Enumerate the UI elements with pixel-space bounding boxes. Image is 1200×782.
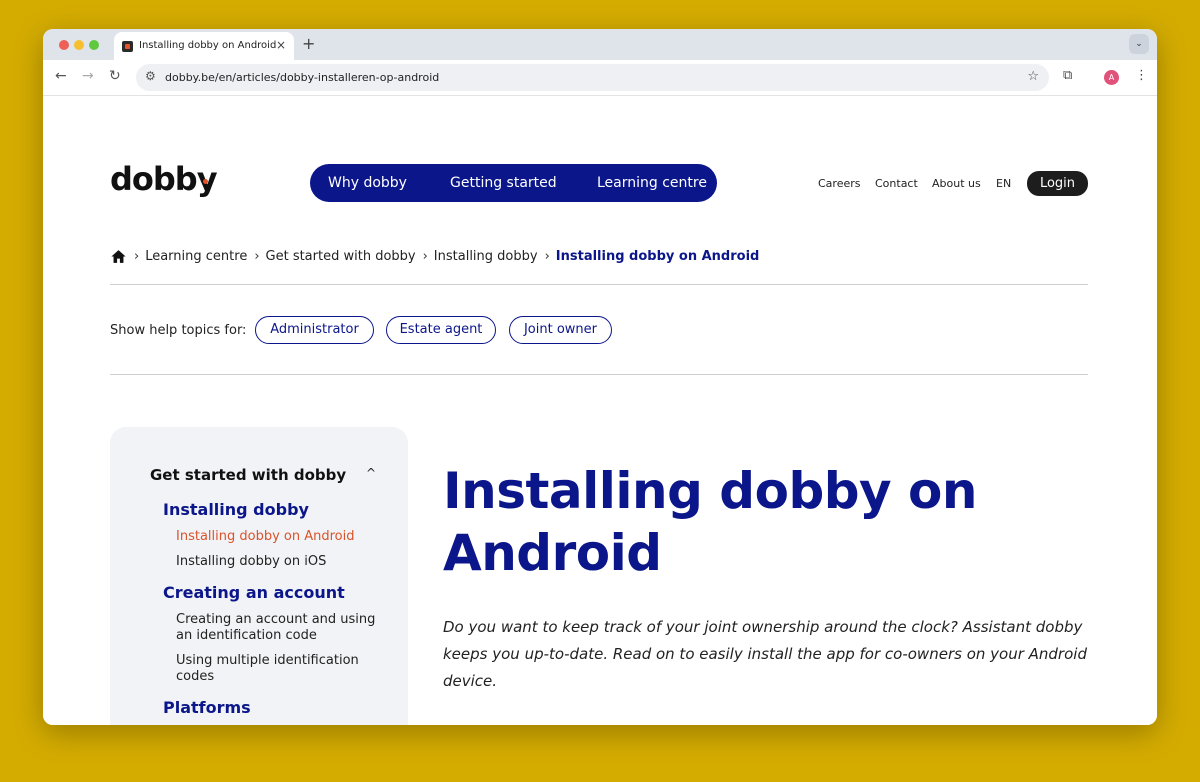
sidebar-heading[interactable]: Get started with dobby [150, 466, 346, 484]
minimize-window-button[interactable] [74, 40, 84, 50]
chevron-right-icon: › [544, 248, 550, 264]
topnav-about-us[interactable]: About us [932, 177, 981, 190]
reload-icon[interactable]: ↻ [109, 68, 121, 84]
browser-window: Installing dobby on Android × + ⌄ ← → ↻ … [43, 29, 1157, 725]
tab-strip: Installing dobby on Android × + ⌄ [43, 29, 1157, 60]
close-window-button[interactable] [59, 40, 69, 50]
topic-estate-agent-button[interactable]: Estate agent [386, 316, 496, 344]
dobby-favicon-icon [122, 41, 133, 52]
address-bar[interactable]: ⚙ dobby.be/en/articles/dobby-installeren… [136, 64, 1049, 91]
sidebar-section-installing[interactable]: Installing dobby [163, 500, 309, 519]
site-info-icon[interactable]: ⚙ [145, 69, 156, 83]
bookmark-star-icon[interactable]: ☆ [1027, 69, 1039, 84]
tab-close-icon[interactable]: × [276, 38, 286, 52]
logo-dot [203, 179, 208, 184]
help-topics-label: Show help topics for: [110, 323, 247, 338]
sidebar-link-ios[interactable]: Installing dobby on iOS [176, 554, 386, 570]
login-button[interactable]: Login [1027, 171, 1088, 196]
language-switch[interactable]: EN [996, 177, 1011, 190]
page-viewport: dobby Why dobby Getting started Learning… [43, 96, 1157, 725]
browser-tab-active[interactable]: Installing dobby on Android × [114, 32, 294, 60]
breadcrumb-get-started[interactable]: Get started with dobby [266, 249, 416, 264]
breadcrumb: › Learning centre › Get started with dob… [110, 246, 759, 266]
home-icon[interactable] [110, 248, 127, 265]
chevron-right-icon: › [254, 248, 260, 264]
breadcrumb-current-page: Installing dobby on Android [555, 248, 760, 264]
nav-getting-started[interactable]: Getting started [450, 175, 557, 191]
extensions-icon[interactable]: ⧉ [1063, 68, 1072, 83]
chevron-right-icon: › [422, 248, 428, 264]
sidebar-link-android[interactable]: Installing dobby on Android [176, 529, 386, 545]
breadcrumb-installing-dobby[interactable]: Installing dobby [434, 249, 538, 264]
dobby-logo[interactable]: dobby [110, 160, 218, 198]
topic-joint-owner-button[interactable]: Joint owner [509, 316, 612, 344]
sidebar-section-creating-account[interactable]: Creating an account [163, 583, 345, 602]
chevron-right-icon: › [134, 248, 140, 264]
profile-avatar[interactable]: A [1104, 70, 1119, 85]
maximize-window-button[interactable] [89, 40, 99, 50]
forward-arrow-icon[interactable]: → [82, 68, 94, 84]
sidebar-link-identification-code[interactable]: Creating an account and using an identif… [176, 612, 386, 644]
article-sidebar: Get started with dobby ^ Installing dobb… [110, 427, 408, 725]
article-intro: Do you want to keep track of your joint … [443, 618, 1087, 690]
main-navigation: Why dobby Getting started Learning centr… [310, 164, 717, 202]
breadcrumb-learning-centre[interactable]: Learning centre [145, 249, 247, 264]
nav-why-dobby[interactable]: Why dobby [328, 175, 407, 191]
divider [110, 284, 1088, 285]
topnav-contact[interactable]: Contact [875, 177, 918, 190]
browser-toolbar: ← → ↻ ⚙ dobby.be/en/articles/dobby-insta… [43, 60, 1157, 96]
divider [110, 374, 1088, 375]
url-text[interactable]: dobby.be/en/articles/dobby-installeren-o… [165, 71, 439, 84]
sidebar-section-platforms[interactable]: Platforms [163, 698, 251, 717]
browser-menu-icon[interactable]: ⋮ [1135, 68, 1148, 83]
topnav-careers[interactable]: Careers [818, 177, 861, 190]
nav-learning-centre[interactable]: Learning centre [597, 175, 707, 191]
sidebar-link-multiple-codes[interactable]: Using multiple identification codes [176, 653, 386, 685]
back-arrow-icon[interactable]: ← [55, 68, 67, 84]
page-title: Installing dobby on Android [443, 462, 977, 582]
chevron-up-icon[interactable]: ^ [366, 466, 376, 480]
new-tab-button[interactable]: + [302, 34, 315, 53]
tab-search-button[interactable]: ⌄ [1129, 34, 1149, 54]
topic-administrator-button[interactable]: Administrator [255, 316, 374, 344]
tab-title: Installing dobby on Android [139, 40, 277, 51]
